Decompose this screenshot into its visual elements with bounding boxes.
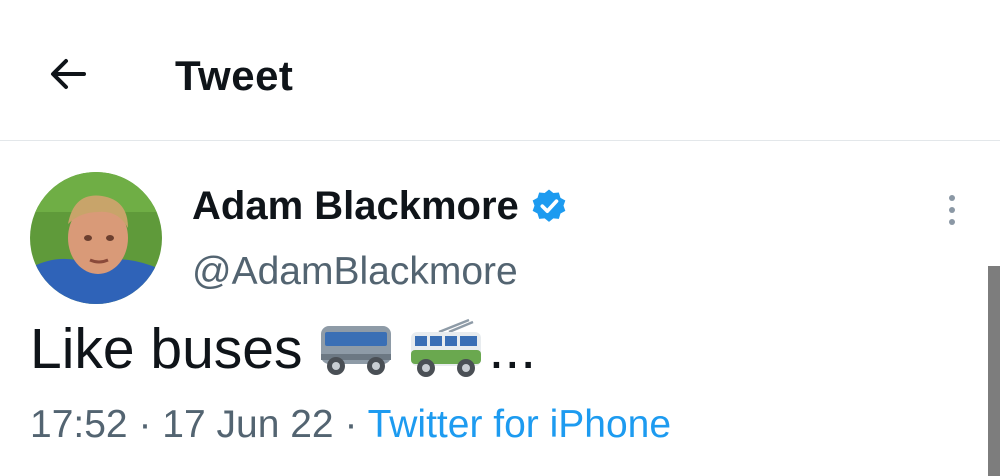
tweet-date[interactable]: 17 Jun 22 [162, 403, 333, 446]
more-options-icon[interactable] [930, 190, 974, 234]
tweet-text: Like buses ... [30, 316, 536, 382]
author-handle[interactable]: @AdamBlackmore [192, 250, 518, 294]
author-name[interactable]: Adam Blackmore [192, 184, 519, 229]
meta-separator: · [138, 403, 152, 446]
author-row: Adam Blackmore [192, 184, 569, 229]
top-bar: Tweet [0, 0, 1000, 141]
meta-separator: · [344, 403, 358, 446]
verified-badge-icon [532, 189, 566, 222]
tweet-metadata: 17:52 · 17 Jun 22 · Twitter for iPhone [30, 403, 671, 447]
avatar[interactable] [30, 172, 162, 304]
tweet-text-ellipsis: ... [488, 317, 537, 381]
tweet-text-content: Like buses [30, 317, 303, 381]
page-title: Tweet [175, 52, 294, 99]
tweet-source-link[interactable]: Twitter for iPhone [368, 403, 671, 446]
tweet-time[interactable]: 17:52 [30, 403, 128, 446]
scrollbar[interactable] [988, 266, 1000, 476]
arrow-left-icon[interactable] [44, 50, 92, 98]
bus-icon [320, 326, 391, 375]
trolleybus-icon [410, 318, 481, 377]
